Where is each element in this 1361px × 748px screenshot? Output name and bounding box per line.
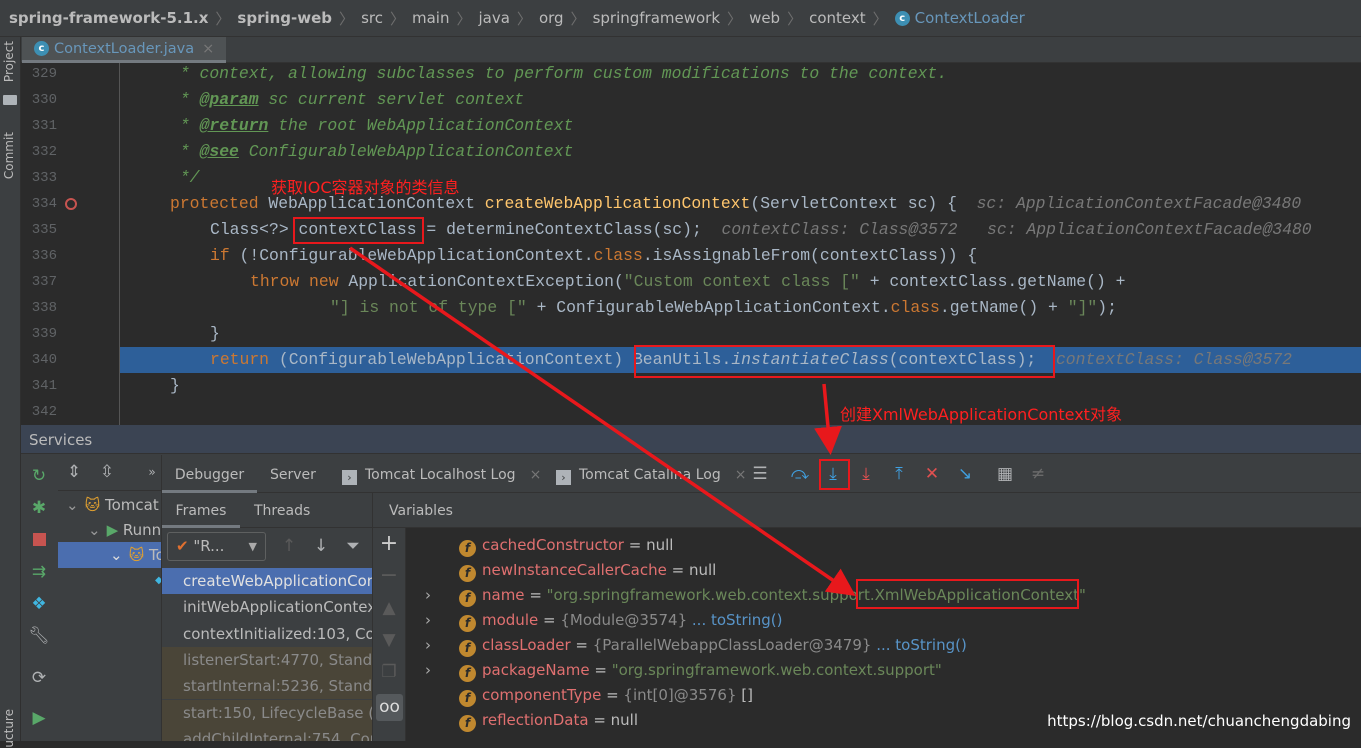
arrow-to-name-value [349, 246, 856, 596]
watermark: https://blog.csdn.net/chuanchengdabing [1047, 712, 1351, 730]
annotation-arrows [349, 246, 856, 596]
arrow-to-step-into [814, 383, 842, 455]
